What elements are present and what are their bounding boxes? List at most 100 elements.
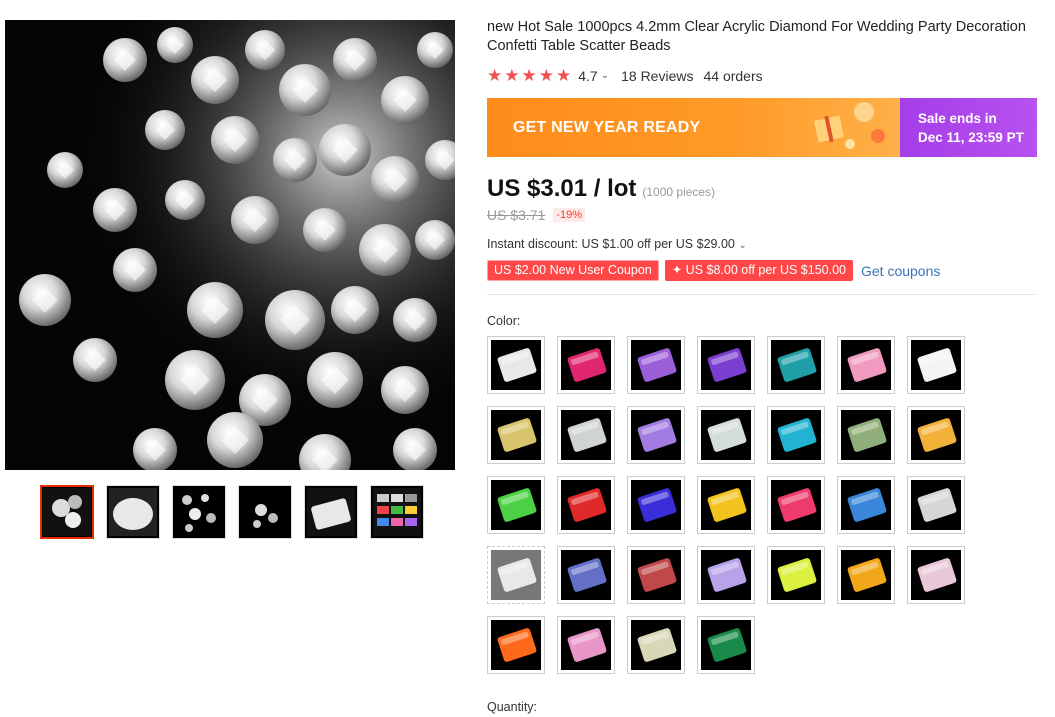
color-swatch[interactable] xyxy=(907,406,965,464)
rating-stars[interactable]: ★ ★ ★ ★ ★ xyxy=(487,67,571,84)
sale-ends-label: Sale ends in xyxy=(918,111,997,126)
swatch-image xyxy=(561,550,611,600)
get-coupons-link[interactable]: Get coupons xyxy=(861,263,940,279)
swatch-image xyxy=(701,410,751,460)
swatch-image xyxy=(771,410,821,460)
pieces-per-lot: (1000 pieces) xyxy=(642,185,716,199)
promo-text: GET NEW YEAR READY xyxy=(513,118,701,136)
bead-bag-icon xyxy=(496,557,538,593)
color-swatch[interactable] xyxy=(557,616,615,674)
swatch-image xyxy=(491,340,541,390)
color-swatch[interactable] xyxy=(557,476,615,534)
bead-bag-icon xyxy=(636,557,678,593)
swatch-image xyxy=(631,480,681,530)
color-swatch[interactable] xyxy=(837,476,895,534)
color-label: Color: xyxy=(487,314,521,328)
color-swatch[interactable] xyxy=(697,336,755,394)
rating-row: ★ ★ ★ ★ ★ 4.7 ⌄ 18 Reviews 44 orders xyxy=(487,67,1039,84)
color-swatch[interactable] xyxy=(557,546,615,604)
bead-bag-icon xyxy=(776,417,818,453)
color-swatch[interactable] xyxy=(487,616,545,674)
star-icon: ★ xyxy=(538,66,554,85)
swatch-image xyxy=(491,620,541,670)
store-coupon[interactable]: ✦ US $8.00 off per US $150.00 xyxy=(664,260,853,281)
thumbnail-3[interactable] xyxy=(172,485,226,539)
bead-bag-icon xyxy=(566,627,608,663)
swatch-image xyxy=(841,480,891,530)
swatch-image xyxy=(771,480,821,530)
color-swatch[interactable] xyxy=(627,616,685,674)
current-price: US $3.01 / lot xyxy=(487,175,637,202)
bead-bag-icon xyxy=(636,347,678,383)
color-swatch[interactable] xyxy=(697,546,755,604)
bead-bag-icon xyxy=(566,417,608,453)
color-swatch[interactable] xyxy=(487,336,545,394)
color-swatch[interactable] xyxy=(627,476,685,534)
thumbnail-1[interactable] xyxy=(40,485,94,539)
color-swatch[interactable] xyxy=(487,476,545,534)
color-swatch[interactable] xyxy=(697,406,755,464)
bead-bag-icon xyxy=(706,557,748,593)
bead-bag-icon xyxy=(566,557,608,593)
swatch-image xyxy=(701,550,751,600)
thumbnail-2[interactable] xyxy=(106,485,160,539)
quantity-label: Quantity: xyxy=(487,700,538,714)
bead-bag-icon xyxy=(496,347,538,383)
color-swatch[interactable] xyxy=(487,546,545,604)
instant-discount[interactable]: Instant discount: US $1.00 off per US $2… xyxy=(487,237,1039,251)
bead-bag-icon xyxy=(496,627,538,663)
swatch-image xyxy=(911,550,961,600)
reviews-link[interactable]: 18 Reviews xyxy=(621,68,693,84)
instant-discount-text: Instant discount: US $1.00 off per US $2… xyxy=(487,237,735,251)
color-swatch[interactable] xyxy=(627,546,685,604)
swatch-image xyxy=(771,550,821,600)
bead-bag-icon xyxy=(846,417,888,453)
original-price-row: US $3.71 -19% xyxy=(487,207,1039,223)
swatch-image xyxy=(911,340,961,390)
swatch-image xyxy=(701,620,751,670)
color-swatch[interactable] xyxy=(697,616,755,674)
thumbnail-4[interactable] xyxy=(238,485,292,539)
thumbnail-6[interactable] xyxy=(370,485,424,539)
color-swatch[interactable] xyxy=(627,336,685,394)
new-user-coupon[interactable]: US $2.00 New User Coupon xyxy=(487,260,659,281)
chevron-down-icon[interactable]: ⌄ xyxy=(601,70,609,81)
main-product-image[interactable] xyxy=(5,20,455,470)
divider xyxy=(487,294,1037,295)
thumbnail-strip xyxy=(40,485,424,539)
swatch-image xyxy=(491,550,541,600)
color-swatch[interactable] xyxy=(487,406,545,464)
color-swatch[interactable] xyxy=(557,406,615,464)
swatch-image xyxy=(701,340,751,390)
bead-bag-icon xyxy=(916,417,958,453)
color-swatch[interactable] xyxy=(837,406,895,464)
bead-bag-icon xyxy=(636,487,678,523)
color-swatch[interactable] xyxy=(907,476,965,534)
color-swatch[interactable] xyxy=(837,336,895,394)
color-swatch[interactable] xyxy=(557,336,615,394)
bead-bag-icon xyxy=(916,487,958,523)
product-title: new Hot Sale 1000pcs 4.2mm Clear Acrylic… xyxy=(487,19,1026,54)
swatch-image xyxy=(561,410,611,460)
bead-bag-icon xyxy=(706,417,748,453)
color-swatch[interactable] xyxy=(767,546,825,604)
bead-bag-icon xyxy=(846,557,888,593)
color-swatch[interactable] xyxy=(907,546,965,604)
product-info-panel: new Hot Sale 1000pcs 4.2mm Clear Acrylic… xyxy=(487,18,1039,674)
color-swatch[interactable] xyxy=(627,406,685,464)
color-swatch[interactable] xyxy=(907,336,965,394)
rating-value[interactable]: 4.7 xyxy=(578,68,597,84)
thumbnail-5[interactable] xyxy=(304,485,358,539)
bead-bag-icon xyxy=(636,627,678,663)
bead-bag-icon xyxy=(776,557,818,593)
bead-bag-icon xyxy=(776,347,818,383)
color-swatch[interactable] xyxy=(767,406,825,464)
promo-banner[interactable]: GET NEW YEAR READY Sale ends in Dec 11, … xyxy=(487,98,1037,157)
star-icon: ★ xyxy=(487,66,503,85)
color-swatch[interactable] xyxy=(767,336,825,394)
color-swatch[interactable] xyxy=(837,546,895,604)
bead-bag-icon xyxy=(706,347,748,383)
color-swatch[interactable] xyxy=(767,476,825,534)
coupon-row: US $2.00 New User Coupon ✦ US $8.00 off … xyxy=(487,260,1039,281)
color-swatch[interactable] xyxy=(697,476,755,534)
